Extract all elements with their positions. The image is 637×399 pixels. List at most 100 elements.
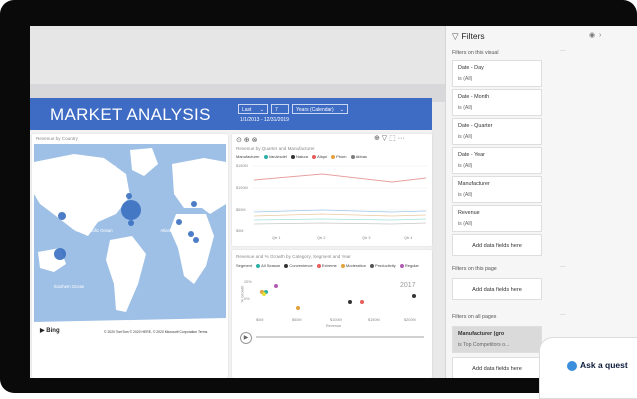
- ask-a-question-label: Ask a quest: [580, 360, 628, 370]
- filters-header-icons[interactable]: ◉ ›: [589, 31, 601, 39]
- y-tick-label: 0%: [244, 297, 250, 301]
- scatter-point[interactable]: [348, 300, 352, 304]
- country-bubble[interactable]: [191, 201, 197, 207]
- y-tick-label: $0M: [236, 229, 244, 233]
- filter-card-title: Date - Day: [458, 65, 484, 71]
- legend-item[interactable]: Convenience: [289, 263, 312, 268]
- world-map-svg: [34, 148, 226, 340]
- filter-card-manufacturer[interactable]: Manufacturer is (All): [452, 176, 542, 203]
- y-tick-label: 20%: [244, 280, 252, 284]
- add-data-fields-all-pages[interactable]: Add data fields here: [452, 357, 542, 378]
- filter-card-revenue[interactable]: Revenue is (All): [452, 205, 542, 232]
- filter-card-date-month[interactable]: Date - Month is (All): [452, 89, 542, 116]
- legend-item[interactable]: Natura: [296, 154, 308, 159]
- country-bubble[interactable]: [176, 219, 182, 225]
- drill-icons[interactable]: ⊙ ⊕ ⊗: [236, 136, 258, 144]
- report-page: MARKET ANALYSIS Last ⌄ 7 Years (Calendar…: [30, 98, 432, 378]
- x-tick-label: Qtr 3: [362, 236, 371, 240]
- legend-dot: [399, 263, 404, 268]
- more-options-icon[interactable]: ···: [560, 312, 566, 318]
- country-bubble[interactable]: [126, 193, 132, 199]
- scatter-plot: [260, 284, 416, 310]
- scatter-legend: Segment All Season Convenience Extreme M…: [236, 263, 419, 268]
- bing-label: Bing: [46, 328, 60, 334]
- legend-item[interactable]: Moderation: [346, 263, 366, 268]
- add-data-fields-visual[interactable]: Add data fields here: [452, 234, 542, 256]
- legend-dot: [312, 154, 317, 159]
- report-title: MARKET ANALYSIS: [50, 105, 211, 124]
- legend-item[interactable]: Regular: [405, 263, 419, 268]
- play-button[interactable]: ▶: [240, 332, 252, 344]
- series-line[interactable]: [253, 173, 427, 183]
- y-axis-title: % Growth: [240, 285, 245, 303]
- south-america-land: [106, 236, 146, 312]
- filter-card-title: Revenue: [458, 210, 480, 216]
- filters-on-visual-label: Filters on this visual: [452, 50, 499, 56]
- scatter-point[interactable]: [412, 294, 416, 298]
- legend-dot: [331, 154, 336, 159]
- map-credit: © 2020 TomTom © 2020 HERE, © 2020 Micros…: [104, 330, 208, 334]
- filters-on-page-label: Filters on this page: [452, 266, 497, 272]
- chevron-down-icon: ⌄: [339, 107, 344, 113]
- relative-date-slicer-unit[interactable]: Years (Calendar) ⌄: [292, 104, 348, 114]
- x-tick-label: $200M: [404, 318, 416, 322]
- filter-card-date-year[interactable]: Date - Year is (All): [452, 147, 542, 174]
- legend-item[interactable]: Pirum: [336, 154, 346, 159]
- x-tick-label: Qtr 2: [317, 236, 326, 240]
- line-chart-visual[interactable]: ⊙ ⊕ ⊗ ⊕ ▽ ⬚ ··· Revenue by Quarter and M…: [232, 134, 432, 246]
- bing-logo: ▶ Bing: [40, 328, 60, 334]
- country-bubble[interactable]: [58, 212, 66, 220]
- visual-header-icons[interactable]: ⊕ ▽ ⬚ ···: [374, 134, 405, 142]
- add-data-fields-page[interactable]: Add data fields here: [452, 278, 542, 300]
- series-line[interactable]: [253, 222, 427, 225]
- x-tick-label: Qtr 4: [404, 236, 413, 240]
- y-tick-label: $150M: [236, 164, 248, 168]
- country-bubble[interactable]: [193, 237, 199, 243]
- legend-dot: [284, 263, 289, 268]
- legend-item[interactable]: Extreme: [322, 263, 337, 268]
- legend-item[interactable]: Aliqui: [317, 154, 327, 159]
- country-bubble[interactable]: [121, 200, 141, 220]
- legend-item[interactable]: VanArsdel: [269, 154, 287, 159]
- series-line[interactable]: [253, 209, 427, 213]
- relative-date-slicer-number[interactable]: 7: [271, 104, 289, 114]
- more-options-icon[interactable]: ···: [560, 48, 566, 54]
- filter-card-value: is (All): [458, 163, 473, 169]
- legend-item[interactable]: All Season: [261, 263, 280, 268]
- canvas-background: [30, 26, 445, 84]
- country-bubble[interactable]: [128, 220, 134, 226]
- legend-dot: [350, 154, 355, 159]
- slicer-mode-label: Last: [242, 107, 252, 113]
- play-axis-track[interactable]: [256, 336, 424, 338]
- filters-title: Filters: [461, 31, 485, 41]
- filter-card-manufacturer-group[interactable]: Manufacturer (gro is Top Competitors o..…: [452, 326, 542, 353]
- more-options-icon[interactable]: ···: [560, 264, 566, 270]
- relative-date-slicer-mode[interactable]: Last ⌄: [238, 104, 268, 114]
- scatter-chart-visual[interactable]: Revenue and % Growth by Category, Segmen…: [232, 250, 432, 378]
- slicer-number-value: 7: [275, 107, 278, 113]
- x-tick-label: $100M: [330, 318, 342, 322]
- world-map[interactable]: Arctic Ocean North Pacific Ocean Atlanti…: [34, 144, 226, 340]
- scatter-point[interactable]: [274, 284, 278, 288]
- report-header: MARKET ANALYSIS Last ⌄ 7 Years (Calendar…: [30, 98, 432, 130]
- filter-card-value: is (All): [458, 105, 473, 111]
- map-visual[interactable]: Revenue by Country Arctic Ocean North Pa…: [32, 134, 228, 378]
- slicer-unit-label: Years (Calendar): [296, 107, 334, 113]
- series-line[interactable]: [253, 213, 427, 217]
- filter-card-title: Manufacturer (gro: [458, 331, 505, 337]
- country-bubble[interactable]: [54, 248, 66, 260]
- slicer-date-range: 1/1/2013 - 12/31/2019: [240, 117, 289, 123]
- ask-a-question-button[interactable]: Ask a quest: [567, 360, 628, 371]
- ocean-label: Arctic Ocean: [92, 164, 116, 169]
- powerbi-window: MARKET ANALYSIS Last ⌄ 7 Years (Calendar…: [30, 26, 637, 378]
- series-line[interactable]: [253, 218, 427, 221]
- scatter-point[interactable]: [296, 306, 300, 310]
- legend-item[interactable]: Productivity: [375, 263, 396, 268]
- filter-card-date-quarter[interactable]: Date - Quarter is (All): [452, 118, 542, 145]
- legend-item[interactable]: Abbas: [356, 154, 367, 159]
- filters-header: ▽ Filters: [452, 31, 485, 42]
- scatter-point[interactable]: [360, 300, 364, 304]
- scatter-point[interactable]: [262, 292, 266, 296]
- filter-card-date-day[interactable]: Date - Day is (All): [452, 60, 542, 87]
- line-chart-title: Revenue by Quarter and Manufacturer: [236, 146, 315, 151]
